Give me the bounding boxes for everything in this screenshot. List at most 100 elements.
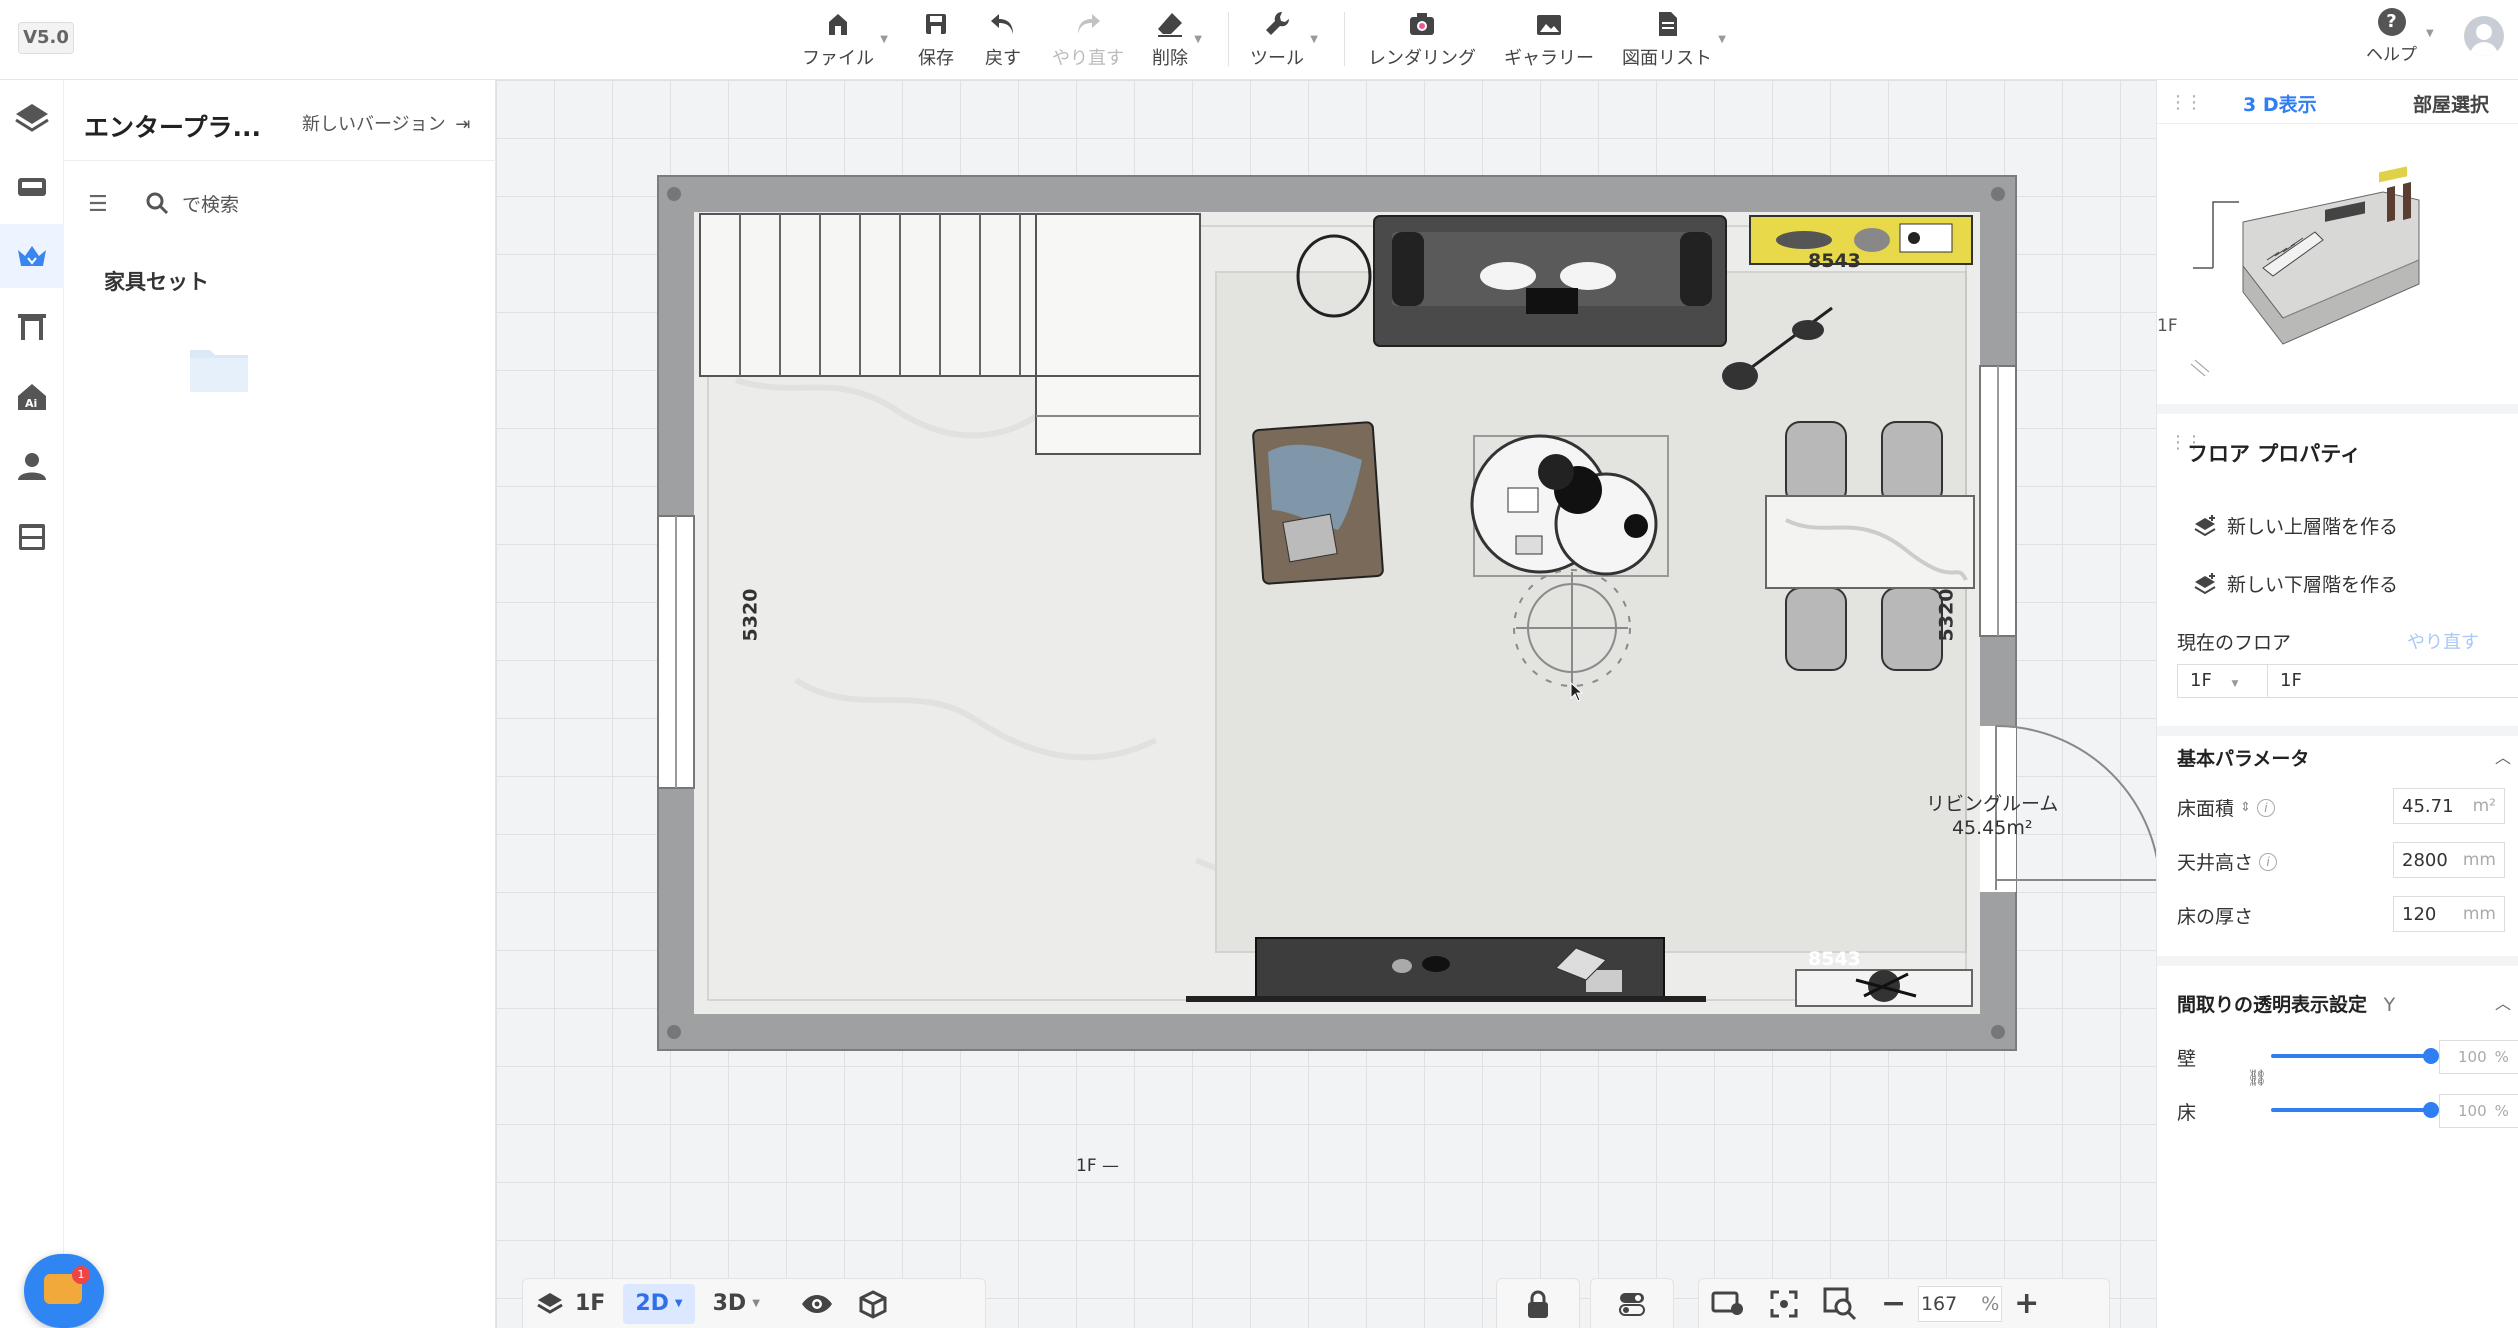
3d-preview[interactable]: 1F	[2157, 124, 2518, 414]
save-button[interactable]: 保存	[918, 8, 954, 72]
zoom-in-button[interactable]: +	[2002, 1284, 2051, 1324]
delete-button[interactable]: 削除 ▼	[1152, 8, 1202, 72]
view-3d-label: 3D	[712, 1291, 747, 1316]
floor-name-input[interactable]: 1F	[2267, 664, 2518, 698]
room-name: リビングルーム	[1926, 793, 2059, 815]
floor-redo-link[interactable]: やり直す	[2407, 628, 2479, 654]
toolbar-divider	[1228, 12, 1229, 66]
visibility-button[interactable]	[788, 1284, 846, 1324]
person-icon	[18, 453, 46, 480]
chevron-up-icon[interactable]: ︿	[2495, 990, 2511, 1014]
chat-button[interactable]: 1	[24, 1254, 104, 1328]
floor-area-input[interactable]: 45.71 m²	[2393, 788, 2505, 824]
dimension-bottom[interactable]: 8543	[1808, 948, 1861, 970]
file-menu-button[interactable]: ファイル ▼	[802, 8, 888, 72]
new-lower-floor-button[interactable]: 新しい下層階を作る	[2193, 570, 2398, 597]
yellow-console[interactable]	[1749, 215, 1973, 265]
lock-icon[interactable]	[1524, 1289, 1552, 1319]
info-icon[interactable]: i	[2259, 852, 2278, 871]
view-settings-button[interactable]	[1699, 1284, 1757, 1324]
corner-node[interactable]	[667, 187, 681, 201]
wall-opacity-slider[interactable]	[2271, 1048, 2439, 1064]
floor-switch-button[interactable]: 1F	[523, 1284, 617, 1324]
chevron-up-icon[interactable]: ︿	[2495, 744, 2511, 768]
user-avatar[interactable]	[2464, 16, 2504, 56]
rail-doors[interactable]	[0, 294, 64, 358]
rail-catalog[interactable]	[0, 154, 64, 218]
drawing-list-button[interactable]: 図面リスト ▼	[1622, 8, 1726, 72]
floor-thickness-label: 床の厚さ	[2177, 906, 2254, 928]
corner-node[interactable]	[1991, 187, 2005, 201]
sofa-icon	[18, 178, 46, 196]
toggle-icon[interactable]	[1617, 1289, 1647, 1319]
sofa[interactable]	[1373, 215, 1727, 347]
rail-account[interactable]	[0, 434, 64, 498]
dimension-left[interactable]: 5320	[739, 589, 761, 642]
tv-console[interactable]	[1186, 937, 1706, 1002]
exit-icon: ⇥	[455, 114, 471, 135]
sort-icon: ⇕	[2240, 800, 2251, 815]
fit-view-button[interactable]	[1757, 1284, 1811, 1324]
house-ai-icon: Ai	[18, 384, 46, 410]
corner-node[interactable]	[667, 1025, 681, 1039]
floor-opacity-input[interactable]: 100%	[2439, 1094, 2518, 1128]
floor-area-row: 床面積 ⇕ i	[2177, 794, 2275, 821]
zoom-level-field[interactable]: 167 %	[1918, 1285, 2003, 1322]
chevron-down-icon: ▼	[2426, 28, 2434, 39]
tools-menu-button[interactable]: ツール ▼	[1250, 8, 1318, 72]
layers-icon	[537, 1292, 563, 1314]
cube-view-button[interactable]	[846, 1284, 900, 1324]
dimension-right[interactable]: 5320	[1935, 589, 1957, 642]
link-icon[interactable]: ⛓	[2247, 1068, 2267, 1087]
floor-thickness-input[interactable]: 120 mm	[2393, 896, 2505, 932]
corner-node[interactable]	[1991, 1025, 2005, 1039]
tab-3d-view[interactable]: 3 D表示	[2243, 90, 2317, 117]
info-icon[interactable]: i	[2256, 798, 2275, 817]
search-icon[interactable]	[144, 190, 170, 216]
redo-button[interactable]: やり直す	[1052, 8, 1124, 72]
crown-icon	[18, 246, 46, 266]
undo-icon	[991, 14, 1013, 34]
drawing-list-label: 図面リスト	[1622, 48, 1712, 69]
list-icon[interactable]: ☰	[88, 192, 108, 217]
help-button[interactable]: ? ヘルプ	[2366, 8, 2417, 65]
wall-opacity-input[interactable]: 100%	[2439, 1040, 2518, 1074]
ceiling-height-input[interactable]: 2800 mm	[2393, 842, 2505, 878]
rail-cabinet[interactable]	[0, 504, 64, 568]
transparency-heading: 間取りの透明表示設定 Y	[2177, 990, 2395, 1017]
zoom-out-button[interactable]: −	[1869, 1284, 1918, 1324]
floor-plan[interactable]	[496, 80, 2156, 1328]
wall-opacity-value: 100	[2458, 1048, 2487, 1066]
gallery-icon	[1537, 15, 1561, 35]
undo-button[interactable]: 戻す	[985, 8, 1021, 72]
zoom-area-button[interactable]	[1811, 1284, 1869, 1324]
design-canvas[interactable]: 8543 8543 5320 5320 リビングルーム 45.45m² 1F —	[496, 80, 2156, 1328]
new-version-label: 新しいバージョン	[302, 114, 446, 135]
floor-select[interactable]: 1F ▼	[2177, 664, 2269, 698]
drag-handle-icon[interactable]: ⋮⋮	[2169, 92, 2203, 113]
rail-floorplan[interactable]	[0, 84, 64, 148]
floor-area-value: 45.71	[2402, 795, 2454, 817]
rail-enterprise[interactable]	[0, 224, 64, 288]
tab-room-select[interactable]: 部屋選択	[2413, 90, 2489, 117]
3d-model-thumbnail	[2190, 166, 2420, 377]
floor-label: 床	[2177, 1102, 2197, 1124]
folder-icon[interactable]	[188, 344, 250, 394]
armchair[interactable]	[1252, 421, 1384, 585]
floor-opacity-slider[interactable]	[2271, 1102, 2439, 1118]
new-upper-floor-button[interactable]: 新しい上層階を作る	[2193, 512, 2398, 539]
room-label[interactable]: リビングルーム 45.45m²	[1926, 792, 2058, 840]
add-floor-down-icon	[2194, 572, 2216, 594]
new-version-link[interactable]: 新しいバージョン ⇥	[302, 110, 470, 136]
rendering-button[interactable]: レンダリング	[1368, 8, 1476, 72]
door-icon	[18, 314, 46, 340]
dimension-top[interactable]: 8543	[1808, 250, 1861, 272]
chevron-down-icon: ▼	[1310, 34, 1318, 45]
plant[interactable]	[1795, 969, 1973, 1007]
rail-ai-design[interactable]: Ai	[0, 364, 64, 428]
view-2d-button[interactable]: 2D ▼	[623, 1283, 695, 1324]
search-input[interactable]	[182, 190, 462, 220]
gallery-button[interactable]: ギャラリー	[1504, 8, 1594, 72]
rug[interactable]	[1215, 271, 1967, 953]
view-3d-button[interactable]: 3D ▼	[701, 1284, 772, 1324]
